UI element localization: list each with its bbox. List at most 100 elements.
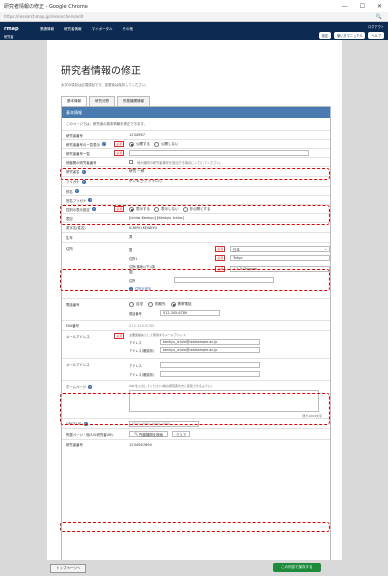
- addr-line: 住所1 必須 Tokyo: [129, 255, 330, 261]
- highlight-box: [60, 269, 330, 291]
- maximize-icon[interactable]: ☐: [360, 3, 365, 10]
- radio-home[interactable]: 自宅: [129, 302, 143, 307]
- label: 別名?: [62, 189, 126, 194]
- label: 研究者番号一覧 必須: [62, 150, 126, 156]
- phone-line: 電話番号 012-345-6789: [129, 310, 330, 316]
- other-text: 他の機関の研究者番号を追加する場合に入力してください。: [137, 160, 223, 165]
- menu-item[interactable]: 研究者情報: [64, 27, 82, 32]
- phone-input[interactable]: 012-345-6789: [160, 310, 220, 316]
- email2-sub-label: アドレス: [129, 363, 142, 368]
- researcher-id-value: 1234567: [129, 133, 146, 137]
- close-icon[interactable]: ✕: [377, 3, 382, 10]
- zoom-icon[interactable]: 🔍: [376, 14, 388, 20]
- button-label: 所属機関を検索: [139, 432, 164, 437]
- address-bar[interactable]: https://researchmap.jp/researchers/edit …: [0, 12, 388, 22]
- radio-mobile[interactable]: 携帯電話: [170, 302, 192, 307]
- label-text: 研究者番号の一覧表示: [66, 142, 100, 147]
- english-name-value: ICHIRO KENKYU: [129, 225, 158, 230]
- email-cell: 主要連絡先として使用するメールアドレス アドレス kenkyu_ichiro@re…: [126, 333, 330, 353]
- radio-public[interactable]: 公開する: [129, 141, 150, 147]
- email2-input[interactable]: [160, 362, 260, 368]
- addr-label: 住所1: [129, 256, 138, 261]
- radio-label: 勤務先: [155, 302, 166, 306]
- logout-link[interactable]: ログアウト: [368, 24, 384, 29]
- help-icon[interactable]: ?: [88, 198, 93, 202]
- panel-heading: 基本情報: [62, 107, 330, 118]
- back-to-top-button[interactable]: トップページへ: [50, 564, 87, 573]
- window-title: 研究者情報の修正 - Google Chrome: [4, 3, 88, 10]
- researcher-no-value: 1234567890: [129, 442, 152, 447]
- label-text: 生年: [66, 236, 73, 240]
- kaken-list-input[interactable]: [129, 150, 309, 156]
- page-title: 研究者情報の修正: [61, 66, 141, 77]
- browser-titlebar: 研究者情報の修正 - Google Chrome — ☐ ✕: [0, 0, 388, 12]
- label-text: ホームページ: [66, 385, 87, 389]
- label: FAX番号: [62, 323, 126, 328]
- label: メールアドレス 必須: [62, 333, 126, 339]
- addr1-value: Tokyo: [233, 256, 243, 260]
- email-sub-label: アドレス(確認用): [129, 348, 154, 353]
- label-text: 電話番号: [66, 303, 80, 307]
- label: 生年: [62, 235, 126, 240]
- email2-cell: アドレス アドレス(確認用): [126, 362, 330, 377]
- row-alias: 別名?: [62, 186, 330, 195]
- email-input[interactable]: kenkyu_ichiro@realsample.ac.jp: [160, 339, 260, 345]
- help-icon[interactable]: ?: [101, 142, 106, 146]
- minimize-icon[interactable]: —: [342, 3, 348, 10]
- country-select[interactable]: 日本 ⌄: [230, 246, 330, 252]
- email2-sub-label: アドレス(確認用): [129, 372, 154, 377]
- phone-cell: 自宅 勤務先 携帯電話 電話番号 012-345-6789: [126, 302, 330, 316]
- phone-sub-label: 電話番号: [129, 311, 142, 316]
- email-value: kenkyu_ichiro@realsample.ac.jp: [163, 340, 218, 344]
- highlight-box: [60, 393, 330, 425]
- manual-button[interactable]: 使い方マニュアル: [334, 32, 366, 39]
- row-researcher-no: 研究者番号 1234567890: [62, 439, 330, 449]
- required-badge: 必須: [114, 333, 124, 339]
- search-affiliation-button[interactable]: 🔍 所属機関を検索: [129, 431, 169, 437]
- label: 別名フリガナ?: [62, 198, 126, 203]
- help-button[interactable]: ヘルプ: [368, 32, 384, 39]
- button-label: クリア: [176, 432, 187, 437]
- label-text: 研究者番号一覧: [66, 151, 90, 156]
- fax-value: 012-345-6780: [129, 323, 155, 328]
- row-other: 他機関の研究者番号 他の機関の研究者番号を追加する場合に入力してください。: [62, 157, 330, 166]
- help-icon[interactable]: ?: [74, 189, 79, 193]
- radio-label: 自宅: [136, 302, 143, 306]
- radio-private[interactable]: 公開しない: [154, 141, 179, 147]
- radio-label: 公開しない: [161, 141, 179, 146]
- row-email2: メールアドレス アドレス アドレス(確認用): [62, 358, 330, 380]
- label: 研究者番号: [62, 133, 126, 138]
- menu-item[interactable]: その他: [123, 27, 134, 32]
- clear-button[interactable]: クリア: [172, 431, 191, 437]
- email-sub-label: アドレス: [129, 340, 142, 345]
- help-icon[interactable]: ?: [81, 179, 86, 184]
- main-menu: 業績情報 研究者情報 マイポータル その他: [40, 27, 133, 32]
- save-button[interactable]: この内容で保存する: [273, 563, 321, 572]
- row-researcher-id: 研究者番号 1234567: [62, 130, 330, 139]
- page-note: 太字の項目は必須項目です。変更後は保存してください。: [61, 83, 149, 87]
- label-text: 住所: [66, 247, 73, 251]
- site-logo[interactable]: rmap: [4, 26, 19, 32]
- label-text: メールアドレス: [66, 334, 90, 339]
- highlight-box: [60, 522, 330, 532]
- label: ホームページ?: [62, 384, 126, 389]
- email-line: アドレス kenkyu_ichiro@realsample.ac.jp: [129, 339, 330, 345]
- label: メールアドレス: [62, 362, 126, 367]
- menu-item[interactable]: マイポータル: [92, 27, 113, 32]
- addr-line: 国 必須 日本 ⌄: [129, 246, 330, 252]
- email-confirm-input[interactable]: kenkyu_ichiro@realsample.ac.jp: [160, 347, 260, 353]
- required-badge: 必須: [114, 141, 124, 147]
- row-phone: 電話番号 自宅 勤務先 携帯電話 電話番号 012-345-6789: [62, 298, 330, 320]
- addr1-input[interactable]: Tokyo: [230, 255, 330, 261]
- other-checkbox[interactable]: [129, 160, 133, 164]
- radio-work[interactable]: 勤務先: [148, 302, 166, 307]
- settings-button[interactable]: 設定: [318, 32, 332, 39]
- email-note: 主要連絡先として使用するメールアドレス: [129, 333, 186, 337]
- email2-confirm-input[interactable]: [160, 371, 260, 377]
- required-badge: 必須: [215, 246, 225, 252]
- phone-value: 012-345-6789: [163, 311, 188, 315]
- url-text[interactable]: https://researchmap.jp/researchers/edit: [4, 14, 83, 19]
- label-text: 別名: [66, 189, 73, 194]
- menu-item[interactable]: 業績情報: [40, 27, 54, 32]
- help-icon[interactable]: ?: [88, 384, 93, 389]
